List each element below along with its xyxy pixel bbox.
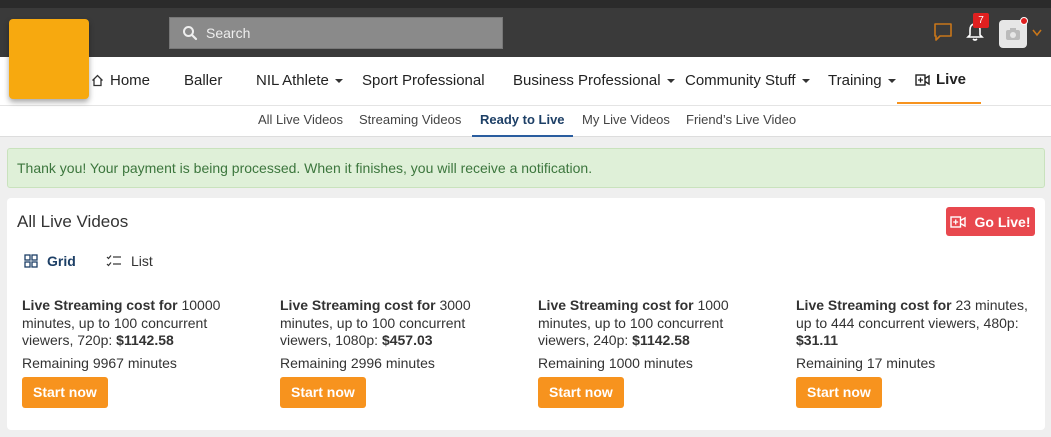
nav-label: Business Professional: [513, 71, 661, 89]
nav-item-baller[interactable]: Baller: [184, 57, 222, 103]
nav-label: Live: [936, 71, 967, 88]
tab-friends-live-video[interactable]: Friend’s Live Video: [686, 106, 796, 137]
nav-label: Baller: [184, 71, 223, 89]
start-now-button[interactable]: Start now: [538, 377, 624, 408]
plan-remaining: Remaining 2996 minutes: [280, 354, 435, 371]
plan-remaining: Remaining 9967 minutes: [22, 354, 177, 371]
plan-heading: Live Streaming cost for: [796, 297, 952, 313]
main-nav: Home Baller NIL Athlete Sport Profession…: [0, 57, 1051, 105]
caret-down-icon: [334, 79, 343, 83]
list-view-toggle[interactable]: List: [106, 253, 153, 269]
nav-label: NIL Athlete: [256, 71, 329, 89]
plan-description: Live Streaming cost for 23 minutes, up t…: [796, 297, 1036, 350]
plan-card: Live Streaming cost for 1000 minutes, up…: [538, 297, 778, 408]
caret-down-icon: [666, 79, 675, 83]
panel-title: All Live Videos: [17, 212, 129, 231]
checklist-icon: [106, 255, 121, 267]
tab-all-live-videos[interactable]: All Live Videos: [258, 106, 343, 137]
nav-item-sport-professional[interactable]: Sport Professional: [362, 57, 485, 103]
grid-view-toggle[interactable]: Grid: [24, 253, 76, 269]
video-plus-icon: [950, 215, 967, 228]
search-icon: [183, 26, 198, 41]
nav-item-community-stuff[interactable]: Community Stuff: [685, 57, 810, 103]
plan-description: Live Streaming cost for 1000 minutes, up…: [538, 297, 778, 350]
tab-my-live-videos[interactable]: My Live Videos: [582, 106, 670, 137]
nav-label: Home: [110, 71, 151, 89]
chat-icon[interactable]: [933, 22, 953, 42]
search-input[interactable]: [206, 25, 486, 41]
list-label: List: [131, 253, 153, 269]
nav-item-business-professional[interactable]: Business Professional: [513, 57, 675, 103]
plan-price: $31.11: [796, 332, 839, 348]
nav-item-nil-athlete[interactable]: NIL Athlete: [256, 57, 343, 103]
tab-streaming-videos[interactable]: Streaming Videos: [359, 106, 461, 137]
start-now-button[interactable]: Start now: [280, 377, 366, 408]
plan-card: Live Streaming cost for 23 minutes, up t…: [796, 297, 1036, 408]
plan-card: Live Streaming cost for 10000 minutes, u…: [22, 297, 262, 408]
go-live-button[interactable]: Go Live!: [946, 207, 1035, 236]
plan-description: Live Streaming cost for 3000 minutes, up…: [280, 297, 520, 350]
grid-icon: [24, 254, 38, 268]
chevron-down-icon[interactable]: [1032, 29, 1042, 37]
payment-alert: Thank you! Your payment is being process…: [7, 148, 1045, 188]
plan-heading: Live Streaming cost for: [280, 297, 436, 313]
plan-description: Live Streaming cost for 10000 minutes, u…: [22, 297, 262, 350]
plan-price: $1142.58: [632, 332, 690, 348]
notification-badge: 7: [973, 13, 989, 28]
sub-nav: All Live Videos Streaming Videos Ready t…: [0, 105, 1051, 137]
plan-heading: Live Streaming cost for: [22, 297, 178, 313]
caret-down-icon: [801, 79, 810, 83]
nav-item-live[interactable]: Live: [897, 57, 981, 104]
nav-item-home[interactable]: Home: [91, 57, 150, 103]
caret-down-icon: [887, 79, 896, 83]
go-live-label: Go Live!: [974, 213, 1031, 230]
status-dot: [1020, 17, 1028, 25]
search-box[interactable]: [169, 17, 503, 49]
live-videos-panel: All Live Videos Go Live! Grid List Live …: [7, 198, 1045, 430]
home-icon: [92, 74, 103, 86]
plan-remaining: Remaining 17 minutes: [796, 354, 936, 371]
start-now-button[interactable]: Start now: [22, 377, 108, 408]
plan-price: $1142.58: [116, 332, 174, 348]
plan-price: $457.03: [381, 332, 433, 348]
nav-label: Sport Professional: [362, 71, 485, 89]
alert-message: Thank you! Your payment is being process…: [17, 160, 593, 176]
nav-label: Community Stuff: [685, 71, 796, 89]
grid-label: Grid: [47, 253, 76, 269]
site-logo[interactable]: [9, 19, 89, 99]
start-now-button[interactable]: Start now: [796, 377, 882, 408]
tab-ready-to-live[interactable]: Ready to Live: [472, 106, 573, 137]
top-bar: [0, 0, 1051, 57]
plan-card: Live Streaming cost for 3000 minutes, up…: [280, 297, 520, 408]
nav-label: Training: [828, 71, 882, 89]
video-plus-icon: [915, 73, 930, 86]
camera-icon: [1006, 28, 1020, 40]
nav-item-training[interactable]: Training: [828, 57, 896, 103]
plan-heading: Live Streaming cost for: [538, 297, 694, 313]
plan-remaining: Remaining 1000 minutes: [538, 354, 693, 371]
